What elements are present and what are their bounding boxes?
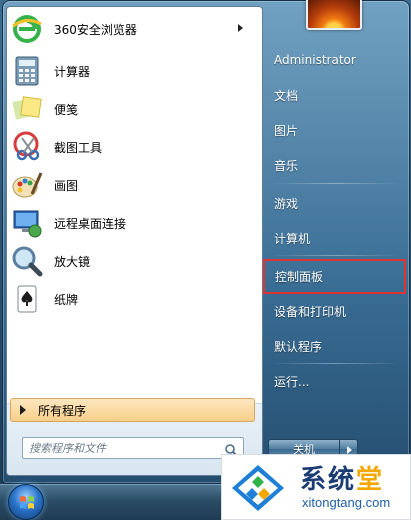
right-item-pictures[interactable]: 图片	[264, 117, 406, 143]
program-item-sticky-notes[interactable]: 便笺	[6, 90, 251, 128]
program-label: 远程桌面连接	[54, 216, 127, 231]
right-item-run[interactable]: 运行...	[264, 368, 406, 394]
right-item-label: Administrator	[274, 53, 356, 67]
program-label: 截图工具	[54, 140, 103, 155]
program-item-360-browser[interactable]: 360安全浏览器	[6, 10, 251, 48]
right-item-default-programs[interactable]: 默认程序	[264, 333, 406, 359]
start-orb-icon[interactable]	[8, 484, 44, 520]
right-item-label: 默认程序	[274, 339, 323, 354]
right-item-label: 计算机	[274, 231, 311, 246]
right-item-games[interactable]: 游戏	[264, 190, 406, 216]
program-label: 便笺	[54, 102, 79, 117]
paint-icon	[10, 168, 44, 202]
magnifier-icon	[10, 244, 44, 278]
program-label: 计算器	[54, 64, 91, 79]
sticky-notes-icon	[10, 92, 44, 126]
watermark: 系统堂 xitongtang.com	[221, 454, 411, 520]
program-item-solitaire[interactable]: 纸牌	[6, 280, 251, 318]
chevron-right-icon[interactable]	[238, 24, 243, 32]
search-box[interactable]	[22, 437, 244, 459]
right-item-music[interactable]: 音乐	[264, 152, 406, 178]
user-avatar[interactable]	[306, 0, 362, 30]
watermark-title: 系统堂	[300, 465, 385, 495]
program-label: 纸牌	[54, 292, 79, 307]
program-item-snipping-tool[interactable]: 截图工具	[6, 128, 251, 166]
watermark-url: xitongtang.com	[302, 495, 391, 510]
all-programs-label: 所有程序	[38, 403, 87, 418]
right-item-computer[interactable]: 计算机	[264, 225, 406, 251]
program-item-calculator[interactable]: 计算器	[6, 52, 251, 90]
snipping-tool-icon	[10, 130, 44, 164]
triangle-right-icon	[20, 405, 26, 415]
program-item-magnifier[interactable]: 放大镜	[6, 242, 251, 280]
menu-separator	[270, 183, 400, 184]
search-input[interactable]	[29, 441, 219, 455]
program-label: 放大镜	[54, 254, 91, 269]
program-label: 画图	[54, 178, 79, 193]
program-item-paint[interactable]: 画图	[6, 166, 251, 204]
right-item-control-panel[interactable]: 控制面板	[263, 259, 406, 294]
right-item-label: 文档	[274, 88, 299, 103]
menu-separator	[270, 255, 400, 256]
calculator-icon	[10, 54, 44, 88]
solitaire-icon	[10, 282, 44, 316]
right-item-documents[interactable]: 文档	[264, 82, 406, 108]
watermark-logo-icon	[230, 463, 286, 513]
program-item-remote-desktop[interactable]: 远程桌面连接	[6, 204, 251, 242]
right-item-label: 运行...	[274, 374, 310, 389]
right-item-devices-printers[interactable]: 设备和打印机	[264, 298, 406, 324]
right-item-label: 游戏	[274, 196, 299, 211]
browser-360-icon	[10, 12, 44, 46]
all-programs-button[interactable]: 所有程序	[10, 398, 255, 422]
program-label: 360安全浏览器	[54, 22, 137, 37]
right-item-label: 音乐	[274, 158, 299, 173]
menu-separator	[270, 363, 400, 364]
right-item-label: 控制面板	[275, 270, 324, 284]
right-item-administrator[interactable]: Administrator	[264, 47, 406, 73]
right-item-label: 图片	[274, 123, 299, 138]
right-item-label: 设备和打印机	[274, 304, 347, 319]
remote-desktop-icon	[10, 206, 44, 240]
